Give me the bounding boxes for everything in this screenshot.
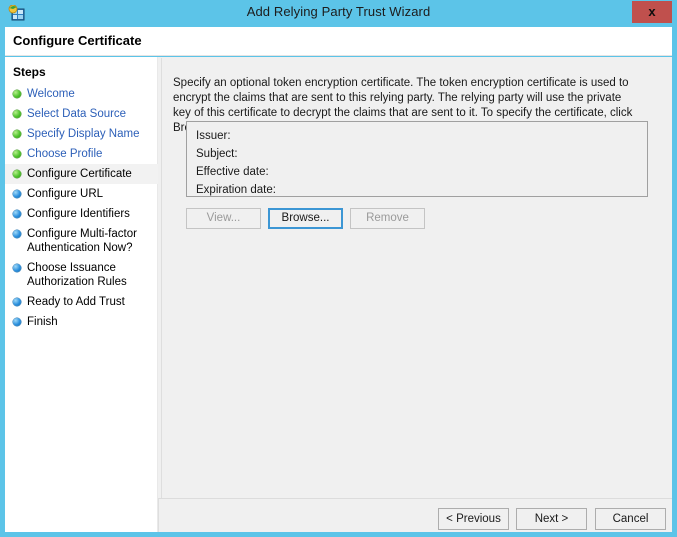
step-status-icon (13, 264, 21, 272)
certificate-subject-label: Subject: (196, 148, 238, 160)
view-button[interactable]: View... (186, 208, 261, 229)
sidebar-item-label: Select Data Source (27, 108, 126, 120)
cancel-button[interactable]: Cancel (595, 508, 666, 530)
sidebar-item-configure-url: Configure URL (5, 184, 158, 204)
browse-button[interactable]: Browse... (268, 208, 343, 229)
sidebar-item-choose-profile[interactable]: Choose Profile (5, 144, 158, 164)
sidebar-item-select-data-source[interactable]: Select Data Source (5, 104, 158, 124)
certificate-info-box: Issuer: Subject: Effective date: Expirat… (186, 121, 648, 197)
title-bar: Add Relying Party Trust Wizard x (0, 0, 677, 27)
window-title: Add Relying Party Trust Wizard (0, 4, 677, 19)
sidebar-item-welcome[interactable]: Welcome (5, 84, 158, 104)
main-content: Specify an optional token encryption cer… (161, 58, 669, 498)
step-status-icon (13, 210, 21, 218)
sidebar-item-label: Configure URL (27, 188, 103, 200)
page-title: Configure Certificate (13, 33, 142, 48)
steps-sidebar: Steps Welcome Select Data Source Specify… (5, 57, 158, 532)
step-status-icon (13, 150, 21, 158)
main-panel: Specify an optional token encryption cer… (158, 57, 672, 532)
previous-button[interactable]: < Previous (438, 508, 509, 530)
step-status-icon (13, 230, 21, 238)
sidebar-item-label: Welcome (27, 88, 75, 100)
sidebar-item-ready-to-add-trust: Ready to Add Trust (5, 292, 158, 312)
step-status-icon (13, 110, 21, 118)
sidebar-item-label: Ready to Add Trust (27, 296, 125, 308)
steps-heading: Steps (13, 65, 46, 79)
sidebar-item-specify-display-name[interactable]: Specify Display Name (5, 124, 158, 144)
close-icon[interactable]: x (632, 1, 672, 23)
step-status-icon (13, 318, 21, 326)
certificate-issuer-label: Issuer: (196, 130, 231, 142)
step-status-icon (13, 130, 21, 138)
step-status-icon (13, 190, 21, 198)
body-area: Steps Welcome Select Data Source Specify… (5, 57, 672, 532)
sidebar-item-label: Finish (27, 316, 58, 328)
certificate-expiration-date-label: Expiration date: (196, 184, 276, 196)
sidebar-item-finish: Finish (5, 312, 158, 332)
step-status-icon (13, 298, 21, 306)
sidebar-item-label: Configure Certificate (27, 168, 132, 180)
step-status-icon (13, 170, 21, 178)
wizard-window: Add Relying Party Trust Wizard x Configu… (0, 0, 677, 537)
window-bottom-edge (0, 532, 677, 537)
footer-bar: < Previous Next > Cancel (158, 498, 672, 532)
sidebar-item-label: Configure Multi-factor Authentication No… (27, 228, 137, 254)
sidebar-item-label: Configure Identifiers (27, 208, 130, 220)
certificate-actions: View... Browse... Remove (186, 208, 486, 230)
certificate-effective-date-label: Effective date: (196, 166, 269, 178)
sidebar-item-configure-multifactor-auth: Configure Multi-factor Authentication No… (5, 224, 158, 258)
header-band: Configure Certificate (5, 27, 672, 56)
next-button[interactable]: Next > (516, 508, 587, 530)
remove-button[interactable]: Remove (350, 208, 425, 229)
sidebar-item-configure-certificate: Configure Certificate (5, 164, 158, 184)
sidebar-item-choose-issuance-authorization-rules: Choose Issuance Authorization Rules (5, 258, 158, 292)
sidebar-item-label: Specify Display Name (27, 128, 139, 140)
steps-list: Welcome Select Data Source Specify Displ… (5, 84, 158, 332)
sidebar-item-configure-identifiers: Configure Identifiers (5, 204, 158, 224)
sidebar-item-label: Choose Issuance Authorization Rules (27, 262, 127, 288)
sidebar-item-label: Choose Profile (27, 148, 102, 160)
step-status-icon (13, 90, 21, 98)
